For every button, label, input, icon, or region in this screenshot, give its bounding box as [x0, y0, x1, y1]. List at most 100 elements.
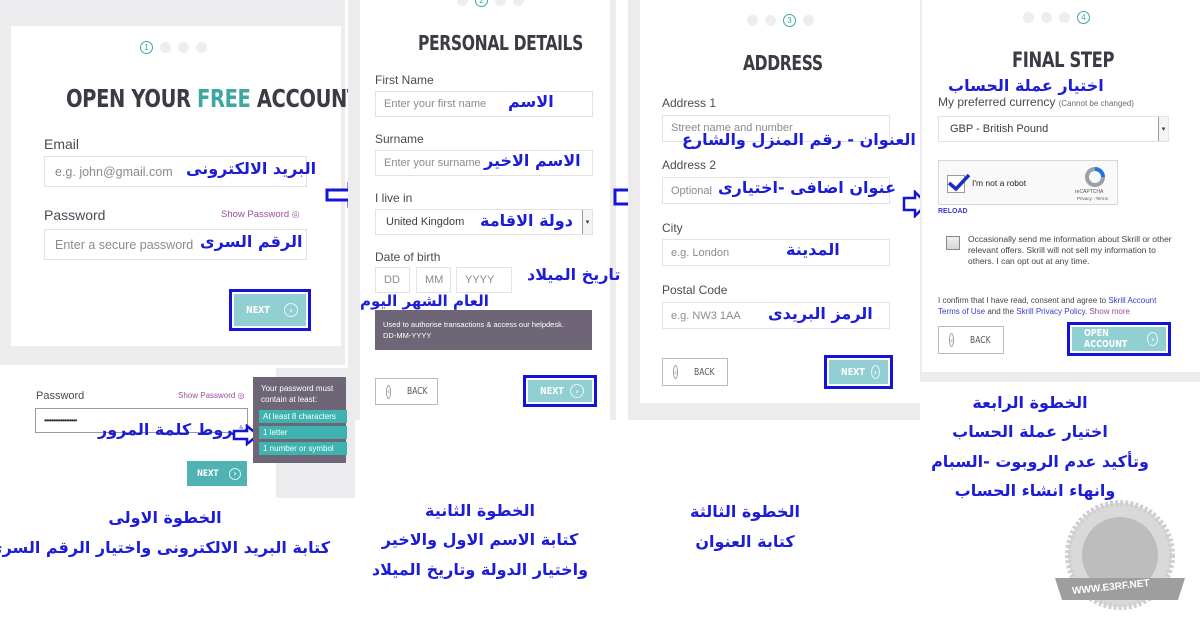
step1-caption-desc: كتابة البريد الالكترونى واختيار الرقم ال…	[0, 538, 330, 557]
country-value: United Kingdom	[386, 216, 465, 228]
title-text: OPEN YOUR	[66, 84, 198, 113]
step-dot-1	[457, 0, 468, 6]
show-more-link[interactable]: Show more	[1089, 307, 1129, 316]
password-rules-annotation: شروط كلمة المرور	[98, 420, 249, 439]
address2-annotation: عنوان اضافى -اختيارى	[718, 178, 896, 197]
currency-select[interactable]: GBP - British Pound ▾	[938, 116, 1169, 142]
first-name-label: First Name	[375, 73, 434, 87]
back-label: BACK	[694, 366, 715, 378]
chevron-left-circle-icon: ‹	[386, 384, 392, 399]
password-rule-item: 1 letter	[259, 426, 347, 439]
chevron-right-circle-icon: ›	[570, 384, 584, 398]
email-annotation: البريد الالكترونى	[186, 159, 317, 178]
chevron-right-circle-icon: ›	[284, 303, 298, 317]
password-label-detail: Password	[36, 390, 85, 402]
eye-slash-icon: ◎	[237, 391, 245, 400]
postal-code-label: Postal Code	[662, 283, 728, 297]
open-account-button[interactable]: OPEN ACCOUNT ›	[1072, 327, 1166, 351]
step-dot-2: 2	[475, 0, 488, 7]
step-progress-dots: 2	[457, 0, 524, 7]
back-button[interactable]: ‹ BACK	[662, 358, 728, 386]
step3-caption-title: الخطوة الثالثة	[690, 502, 800, 521]
dob-month-input[interactable]: MM	[416, 267, 451, 293]
step-progress-dots: 1	[140, 41, 207, 54]
recaptcha-widget: I'm not a robot reCAPTCHA Privacy - Term…	[938, 160, 1118, 205]
next-label: NEXT	[246, 304, 270, 316]
step-dot-3	[178, 42, 189, 53]
recaptcha-links[interactable]: Privacy - Terms	[1077, 196, 1108, 201]
offers-checkbox[interactable]	[946, 236, 960, 250]
step4-caption-desc2: وتأكيد عدم الروبوت -السبام	[931, 452, 1149, 471]
next-button[interactable]: NEXT ›	[234, 294, 306, 326]
privacy-policy-link[interactable]: Skrill Privacy Policy	[1016, 307, 1085, 316]
country-annotation: دولة الاقامة	[480, 211, 573, 230]
open-account-label: OPEN ACCOUNT	[1084, 328, 1128, 350]
dropdown-arrow-icon: ▾	[1158, 117, 1168, 141]
next-button[interactable]: NEXT ›	[829, 360, 888, 384]
chevron-left-circle-icon: ‹	[949, 333, 955, 347]
dob-hint-tooltip: Used to authorise transactions & access …	[375, 310, 592, 350]
dob-day-input[interactable]: DD	[375, 267, 410, 293]
step2-caption-title: الخطوة الثانية	[425, 501, 535, 520]
back-label: BACK	[407, 386, 428, 397]
show-password-link[interactable]: Show Password ◎	[221, 209, 300, 220]
offers-text: Occasionally send me information about S…	[968, 234, 1172, 266]
step-progress-dots: 3	[747, 14, 814, 27]
step-dot-2	[765, 15, 776, 26]
password-label: Password	[44, 207, 106, 223]
dropdown-arrow-icon: ▾	[582, 210, 592, 234]
back-button[interactable]: ‹ BACK	[375, 378, 438, 405]
reload-link[interactable]: RELOAD	[938, 208, 968, 215]
surname-label: Surname	[375, 132, 424, 146]
city-annotation: المدينة	[786, 240, 840, 259]
next-button-highlight: NEXT ›	[229, 289, 311, 331]
chevron-right-circle-icon: ›	[1147, 332, 1158, 346]
next-button[interactable]: NEXT ›	[528, 380, 592, 402]
step-dot-4: 4	[1077, 11, 1090, 24]
page-title: FINAL STEP	[1012, 48, 1115, 72]
step-dot-1	[747, 15, 758, 26]
currency-value: GBP - British Pound	[950, 123, 1049, 135]
currency-label: My preferred currency (Cannot be changed…	[938, 95, 1134, 109]
next-label: NEXT	[197, 468, 219, 479]
back-button[interactable]: ‹ BACK	[938, 326, 1004, 354]
chevron-right-circle-icon: ›	[229, 467, 241, 480]
seal-badge-icon	[1055, 500, 1185, 610]
city-label: City	[662, 221, 683, 235]
password-annotation: الرقم السرى	[200, 232, 303, 251]
password-rule-item: 1 number or symbol	[259, 442, 347, 455]
next-label: NEXT	[841, 366, 865, 378]
postal-code-annotation: الرمز البريدى	[768, 304, 873, 323]
dob-annotation: تاريخ الميلاد	[527, 265, 621, 284]
step-dot-4	[803, 15, 814, 26]
show-password-text: Show Password	[178, 391, 236, 400]
step1-caption-title: الخطوة الاولى	[108, 508, 222, 527]
page-title: ADDRESS	[743, 51, 823, 75]
next-button-detail[interactable]: NEXT ›	[187, 461, 247, 486]
address1-annotation: العنوان - رقم المنزل والشارع	[682, 130, 916, 149]
currency-label-text: My preferred currency	[938, 95, 1056, 109]
next-label: NEXT	[540, 385, 564, 397]
first-name-input[interactable]: Enter your first name	[375, 91, 593, 117]
back-label: BACK	[970, 334, 991, 346]
dob-label: Date of birth	[375, 250, 441, 264]
password-rule-item: At least 8 characters	[259, 410, 347, 423]
step-dot-3	[495, 0, 506, 6]
city-input[interactable]: e.g. London	[662, 239, 890, 266]
dob-parts-annotation: العام الشهر اليوم	[360, 292, 489, 310]
show-password-link-detail[interactable]: Show Password ◎	[178, 391, 245, 400]
step-dot-3	[1059, 12, 1070, 23]
step2-caption-desc1: كتابة الاسم الاول والاخير	[381, 530, 579, 549]
dob-year-input[interactable]: YYYY	[456, 267, 512, 293]
show-password-text: Show Password	[221, 209, 290, 220]
step-progress-dots: 4	[1023, 11, 1090, 24]
step-dot-4	[513, 0, 524, 6]
step-dot-1: 1	[140, 41, 153, 54]
confirm-text-middle: and the	[985, 307, 1017, 316]
step4-caption-desc3: وانهاء انشاء الحساب	[954, 481, 1116, 500]
next-button-highlight: NEXT ›	[824, 355, 893, 389]
dob-hint-format: DD-MM-YYYY	[383, 331, 432, 340]
confirm-text: I confirm that I have read, consent and …	[938, 296, 1109, 305]
address1-label: Address 1	[662, 96, 717, 110]
first-name-annotation: الاسم	[508, 92, 554, 111]
